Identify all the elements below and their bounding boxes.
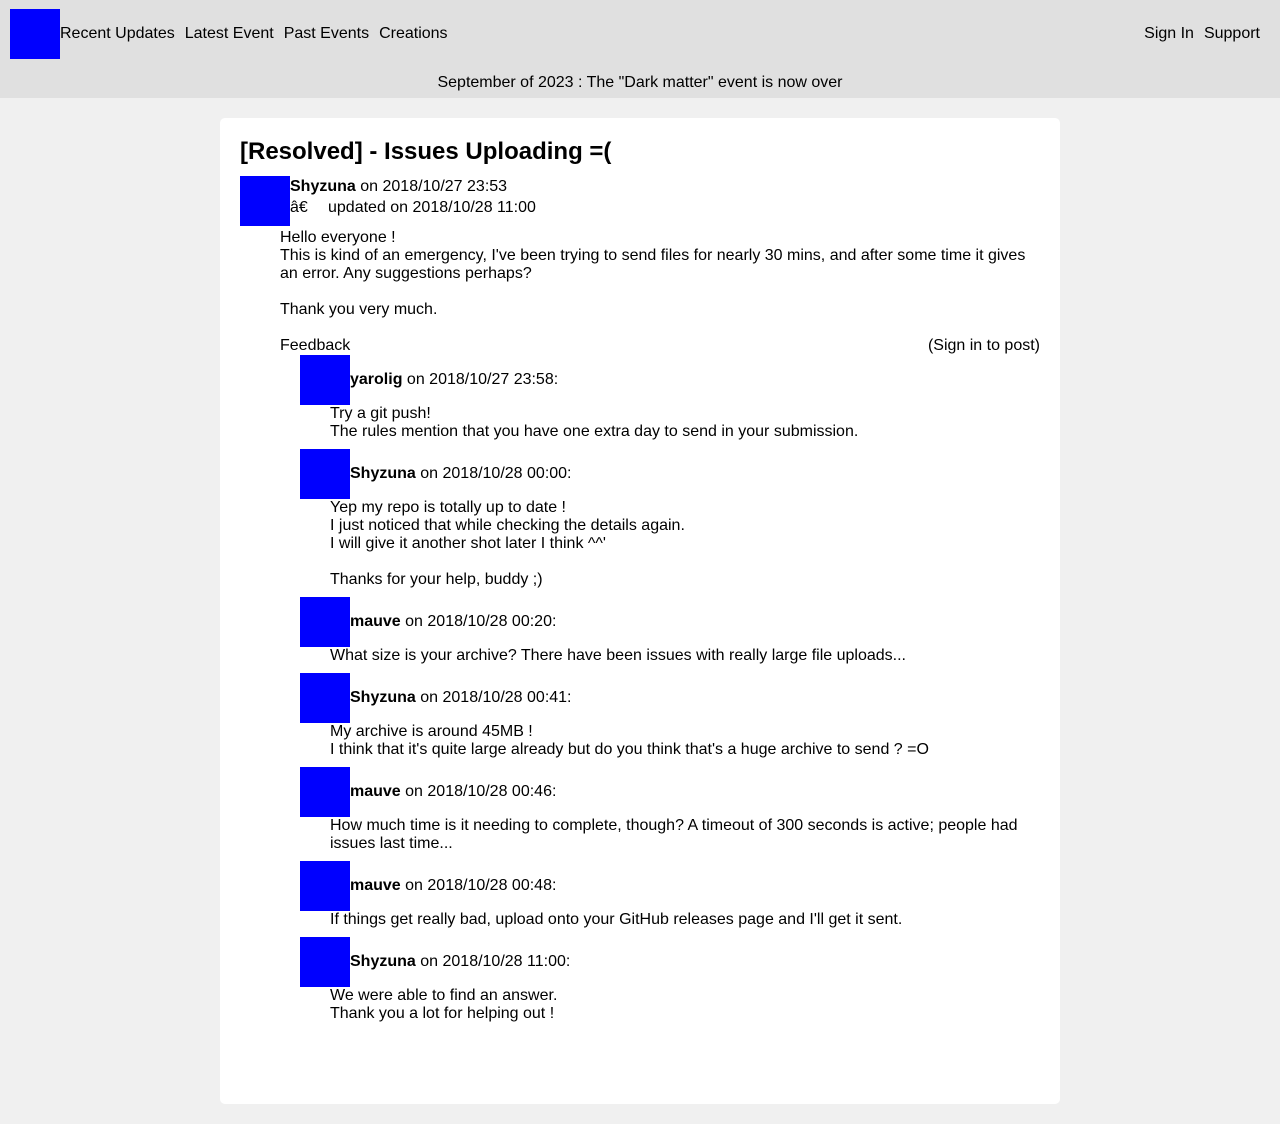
comment-date: on 2018/10/28 00:20:	[405, 613, 557, 630]
comment: Shyzuna on 2018/10/28 00:41: My archive i…	[300, 673, 1040, 759]
comment-date: on 2018/10/28 00:46:	[405, 783, 557, 800]
post-body: Hello everyone ! This is kind of an emerg…	[280, 229, 1040, 319]
post-author[interactable]: Shyzuna	[290, 178, 356, 195]
top-bar: Recent Updates Latest Event Past Events …	[0, 0, 1280, 98]
sign-in-to-post[interactable]: (Sign in to post)	[928, 337, 1040, 355]
comment-author[interactable]: mauve	[350, 877, 401, 894]
nav-left: Recent Updates Latest Event Past Events …	[60, 25, 448, 43]
feedback-label: Feedback	[280, 337, 351, 354]
site-logo[interactable]	[10, 9, 60, 59]
comment-body: My archive is around 45MB ! I think that …	[330, 723, 1040, 759]
comment: mauve on 2018/10/28 00:20: What size is y…	[300, 597, 1040, 665]
comment-header: mauve on 2018/10/28 00:20:	[300, 597, 1040, 647]
commenter-avatar	[300, 673, 350, 723]
comment-body: We were able to find an answer. Thank you…	[330, 987, 1040, 1023]
paragraph: Yep my repo is totally up to date ! I jus…	[330, 499, 685, 552]
announcement-banner: September of 2023 : The "Dark matter" ev…	[437, 74, 843, 91]
author-avatar	[240, 176, 290, 226]
paragraph: Thank you very much.	[280, 301, 438, 318]
comment-author[interactable]: mauve	[350, 613, 401, 630]
commenter-avatar	[300, 861, 350, 911]
comment-body: If things get really bad, upload onto yo…	[330, 911, 1040, 929]
comment-body: Yep my repo is totally up to date ! I jus…	[330, 499, 1040, 589]
comment: Shyzuna on 2018/10/28 11:00: We were able…	[300, 937, 1040, 1023]
comment-author[interactable]: yarolig	[350, 371, 402, 388]
comment: mauve on 2018/10/28 00:46: How much time …	[300, 767, 1040, 853]
commenter-avatar	[300, 449, 350, 499]
nav-row: Recent Updates Latest Event Past Events …	[0, 0, 1280, 68]
comment-author[interactable]: mauve	[350, 783, 401, 800]
nav-past-events[interactable]: Past Events	[284, 25, 369, 43]
post-meta: Shyzuna on 2018/10/27 23:53 â€ updated o…	[290, 176, 536, 226]
comment-list: yarolig on 2018/10/27 23:58: Try a git pu…	[300, 355, 1040, 1023]
nav-sign-in[interactable]: Sign In	[1144, 25, 1194, 43]
comment: mauve on 2018/10/28 00:48: If things get …	[300, 861, 1040, 929]
comment-header: Shyzuna on 2018/10/28 00:00:	[300, 449, 1040, 499]
post-title: [Resolved] - Issues Uploading =(	[240, 138, 612, 165]
comment-header: mauve on 2018/10/28 00:48:	[300, 861, 1040, 911]
feedback-header: Feedback (Sign in to post)	[280, 337, 1040, 355]
commenter-avatar	[300, 767, 350, 817]
paragraph: If things get really bad, upload onto yo…	[330, 911, 903, 928]
nav-right: Sign In Support	[1144, 25, 1260, 43]
comment: yarolig on 2018/10/27 23:58: Try a git pu…	[300, 355, 1040, 441]
comment-header: mauve on 2018/10/28 00:46:	[300, 767, 1040, 817]
nav-creations[interactable]: Creations	[379, 25, 447, 43]
comment-author[interactable]: Shyzuna	[350, 953, 416, 970]
paragraph: We were able to find an answer. Thank you…	[330, 987, 558, 1022]
comment-author[interactable]: Shyzuna	[350, 465, 416, 482]
post-updated: updated on 2018/10/28 11:00	[328, 199, 536, 216]
comment-body: How much time is it needing to complete,…	[330, 817, 1040, 853]
commenter-avatar	[300, 355, 350, 405]
paragraph: Thanks for your help, buddy ;)	[330, 571, 543, 588]
paragraph: My archive is around 45MB ! I think that …	[330, 723, 929, 758]
comment-body: Try a git push! The rules mention that yo…	[330, 405, 1040, 441]
comment-header: Shyzuna on 2018/10/28 11:00:	[300, 937, 1040, 987]
comment-header: yarolig on 2018/10/27 23:58:	[300, 355, 1040, 405]
comment: Shyzuna on 2018/10/28 00:00: Yep my repo …	[300, 449, 1040, 589]
comment-date: on 2018/10/28 11:00:	[420, 953, 571, 970]
nav-recent-updates[interactable]: Recent Updates	[60, 25, 175, 43]
comment-author[interactable]: Shyzuna	[350, 689, 416, 706]
paragraph: What size is your archive? There have be…	[330, 647, 906, 664]
nav-latest-event[interactable]: Latest Event	[185, 25, 274, 43]
updated-glyph: â€	[290, 199, 308, 216]
nav-support[interactable]: Support	[1204, 25, 1260, 43]
paragraph: How much time is it needing to complete,…	[330, 817, 1018, 852]
comment-header: Shyzuna on 2018/10/28 00:41:	[300, 673, 1040, 723]
post-header: Shyzuna on 2018/10/27 23:53 â€ updated o…	[240, 176, 1040, 226]
paragraph: Try a git push! The rules mention that yo…	[330, 405, 859, 440]
post-card: [Resolved] - Issues Uploading =( Shyzuna…	[220, 118, 1060, 1104]
comment-date: on 2018/10/28 00:48:	[405, 877, 557, 894]
comment-body: What size is your archive? There have be…	[330, 647, 1040, 665]
post-date: on 2018/10/27 23:53	[360, 178, 508, 195]
commenter-avatar	[300, 597, 350, 647]
comment-date: on 2018/10/28 00:00:	[420, 465, 572, 482]
comment-date: on 2018/10/28 00:41:	[420, 689, 572, 706]
comment-date: on 2018/10/27 23:58:	[406, 371, 559, 388]
paragraph: Hello everyone ! This is kind of an emerg…	[280, 229, 1026, 282]
commenter-avatar	[300, 937, 350, 987]
